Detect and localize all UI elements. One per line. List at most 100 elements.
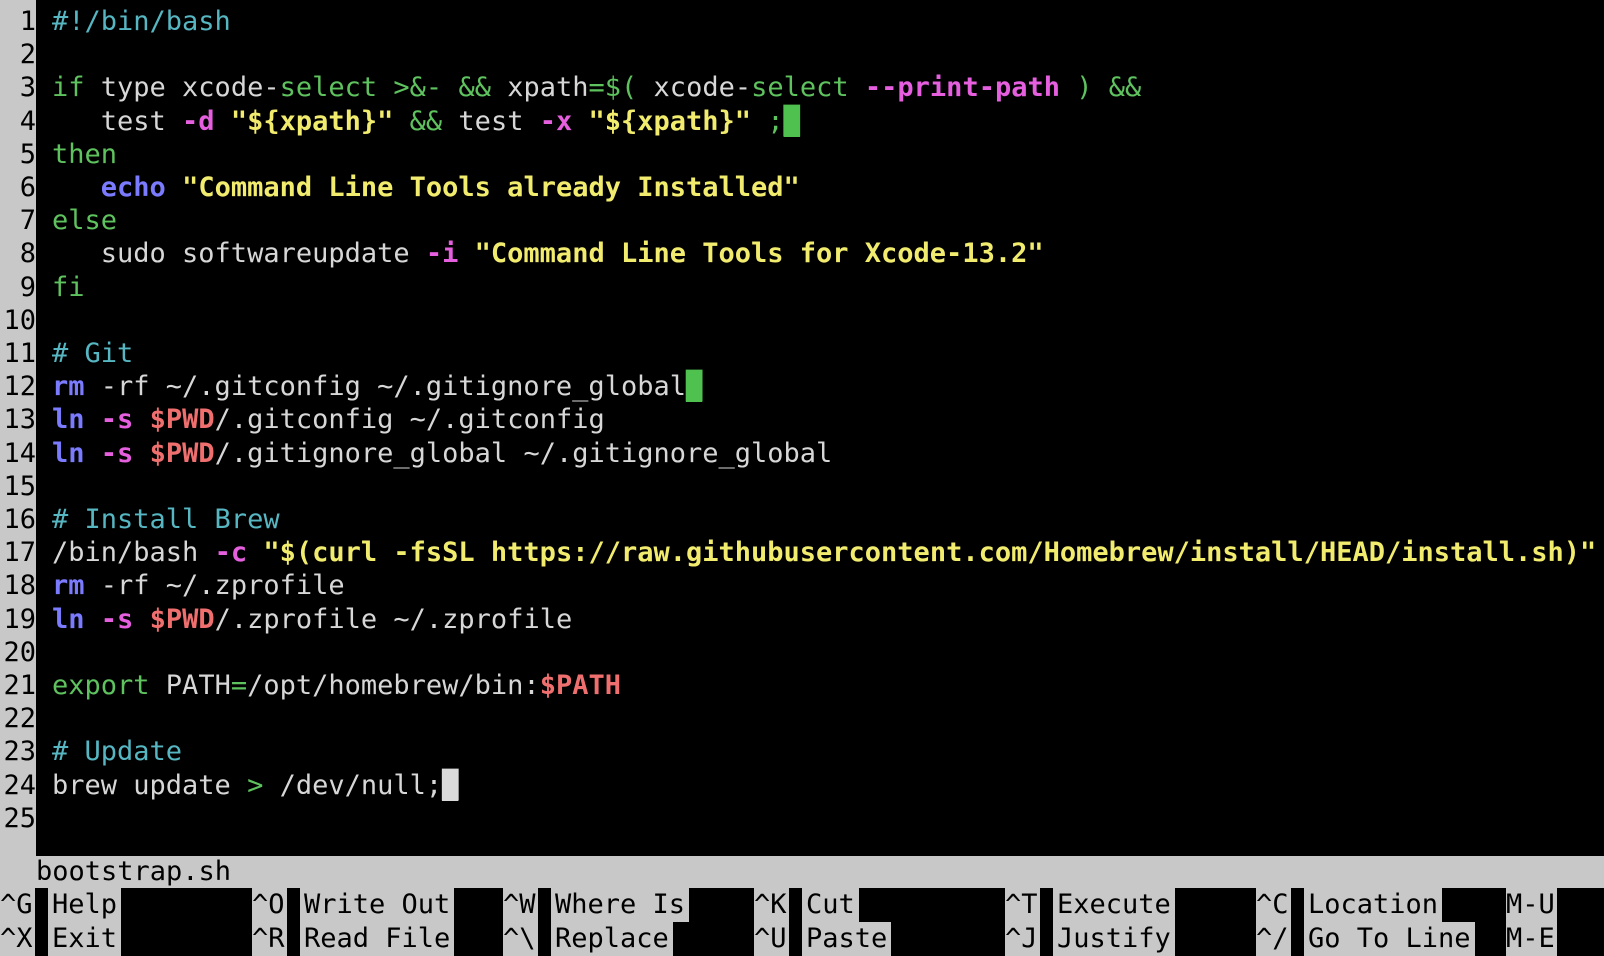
code-token: $PWD: [149, 437, 215, 469]
code-line[interactable]: 14 ln -s $PWD/.gitignore_global ~/.gitign…: [0, 437, 1604, 471]
code-token: /bin/bash: [52, 537, 215, 569]
code-token: =: [230, 670, 248, 701]
shortcut-label: Go To Line: [1304, 922, 1475, 956]
code-line[interactable]: 21 export PATH=/opt/homebrew/bin:$PATH: [0, 669, 1604, 703]
code-text[interactable]: sudo softwareupdate -i "Command Line Too…: [52, 237, 1044, 271]
shortcut-item[interactable]: ^W Where Is: [503, 888, 721, 922]
code-token: $PWD: [149, 603, 215, 635]
code-text[interactable]: #!/bin/bash: [52, 5, 231, 39]
code-text[interactable]: then: [52, 138, 117, 172]
code-line[interactable]: 20: [0, 636, 1604, 670]
code-line[interactable]: 11 # Git: [0, 337, 1604, 371]
code-text[interactable]: # Install Brew: [52, 503, 280, 537]
code-text[interactable]: # Update: [52, 735, 182, 769]
code-text[interactable]: ln -s $PWD/.gitignore_global ~/.gitignor…: [52, 437, 832, 471]
code-text[interactable]: test -d "${xpath}" && test -x "${xpath}"…: [52, 105, 800, 139]
code-token: xcode-: [637, 72, 752, 104]
code-token: select: [751, 72, 849, 104]
shortcut-item[interactable]: ^R Read File: [252, 922, 470, 956]
shortcut-item[interactable]: ^T Execute: [1005, 888, 1223, 922]
code-line[interactable]: 7 else: [0, 204, 1604, 238]
code-line[interactable]: 2: [0, 38, 1604, 72]
code-token: "Command Line Tools for Xcode-13.2": [474, 238, 1044, 270]
shortcut-item[interactable]: ^U Paste: [754, 922, 972, 956]
code-line[interactable]: 6 echo "Command Line Tools already Insta…: [0, 171, 1604, 205]
code-token: --print-path: [864, 72, 1060, 104]
shortcut-item[interactable]: M-U: [1506, 888, 1604, 922]
code-token: &&: [409, 105, 443, 137]
code-text[interactable]: export PATH=/opt/homebrew/bin:$PATH: [52, 669, 621, 703]
shortcut-item[interactable]: ^C Location: [1256, 888, 1474, 922]
code-token: /.gitignore_global ~/.gitignore_global: [214, 437, 833, 469]
code-text[interactable]: rm -rf ~/.gitconfig ~/.gitignore_global█: [52, 370, 703, 404]
code-token: select: [279, 72, 378, 104]
filename-status-bar: bootstrap.sh: [0, 856, 1604, 888]
shortcut-item[interactable]: ^/ Go To Line: [1256, 922, 1475, 956]
filename-label: bootstrap.sh: [36, 856, 232, 887]
code-line[interactable]: 25: [0, 802, 1604, 836]
code-token: brew update: [52, 769, 248, 801]
shortcut-item[interactable]: ^\ Replace: [503, 922, 721, 956]
code-text[interactable]: ln -s $PWD/.gitconfig ~/.gitconfig: [52, 403, 605, 437]
code-text[interactable]: ln -s $PWD/.zprofile ~/.zprofile: [52, 603, 572, 637]
shortcut-key: ^\: [503, 922, 538, 956]
code-line[interactable]: 24 brew update > /dev/null;█: [0, 769, 1604, 803]
code-line[interactable]: 9 fi: [0, 271, 1604, 305]
code-line[interactable]: 10: [0, 304, 1604, 338]
code-line[interactable]: 18 rm -rf ~/.zprofile: [0, 569, 1604, 603]
shortcut-item[interactable]: M-E: [1506, 922, 1604, 956]
code-line[interactable]: 22: [0, 702, 1604, 736]
shortcut-bar: ^G Help ^O Write Out ^W Where Is ^K Cut ^T Execut…: [0, 888, 1604, 956]
code-line[interactable]: 4 test -d "${xpath}" && test -x "${xpath…: [0, 105, 1604, 139]
code-token: /dev/null;: [263, 769, 443, 801]
code-text[interactable]: /bin/bash -c "$(curl -fsSL https://raw.g…: [52, 536, 1596, 570]
code-token: ln: [52, 404, 85, 436]
code-text[interactable]: fi: [52, 271, 85, 305]
code-token: -d: [182, 105, 215, 137]
code-line[interactable]: 15: [0, 470, 1604, 504]
line-number: 6: [19, 172, 36, 203]
code-line[interactable]: 17/bin/bash -c "$(curl -fsSL https://raw…: [0, 536, 1604, 570]
code-line[interactable]: 23 # Update: [0, 735, 1604, 769]
code-line[interactable]: 1 #!/bin/bash: [0, 5, 1604, 39]
shortcut-item[interactable]: ^X Exit: [0, 922, 218, 956]
code-token: -s: [100, 603, 134, 635]
code-text[interactable]: if type xcode-select >&- && xpath=$( xco…: [52, 71, 1141, 105]
code-text[interactable]: rm -rf ~/.zprofile: [52, 569, 345, 603]
code-token: test: [52, 105, 183, 137]
code-token: type xcode-: [84, 72, 280, 104]
code-text[interactable]: else: [52, 204, 117, 238]
line-number: 20: [3, 636, 36, 668]
shortcut-label: Read File: [300, 922, 455, 956]
line-number: 23: [3, 736, 36, 768]
line-number: 13: [3, 404, 36, 436]
code-line[interactable]: 12 rm -rf ~/.gitconfig ~/.gitignore_globa…: [0, 370, 1604, 404]
code-text[interactable]: # Git: [52, 337, 133, 371]
line-number: 5: [19, 138, 36, 170]
shortcut-item[interactable]: ^G Help: [0, 888, 218, 922]
code-token: "Command Line Tools already Installed": [182, 172, 800, 203]
line-number: 3: [19, 72, 36, 104]
shortcut-label: Execute: [1053, 888, 1175, 922]
shortcut-key: ^G: [0, 888, 35, 922]
code-text[interactable]: echo "Command Line Tools already Install…: [52, 171, 800, 205]
code-token: echo: [100, 172, 166, 203]
code-line[interactable]: 13 ln -s $PWD/.gitconfig ~/.gitconfig: [0, 403, 1604, 437]
editor-pane[interactable]: 1 #!/bin/bash 2 3 if type xcode-select >&- &…: [0, 0, 1604, 856]
shortcut-item[interactable]: ^J Justify: [1005, 922, 1223, 956]
shortcut-item[interactable]: ^K Cut: [754, 888, 972, 922]
code-line[interactable]: 3 if type xcode-select >&- && xpath=$( xc…: [0, 71, 1604, 105]
code-token: ): [1076, 72, 1093, 104]
code-line[interactable]: 19 ln -s $PWD/.zprofile ~/.zprofile: [0, 603, 1604, 637]
shortcut-item[interactable]: ^O Write Out: [252, 888, 470, 922]
code-text[interactable]: brew update > /dev/null;█: [52, 769, 459, 803]
code-token: test: [442, 105, 540, 137]
code-line[interactable]: 16 # Install Brew: [0, 503, 1604, 537]
line-number: 12: [3, 371, 36, 403]
code-line[interactable]: 5 then: [0, 138, 1604, 172]
code-line[interactable]: 8 sudo softwareupdate -i "Command Line T…: [0, 237, 1604, 271]
